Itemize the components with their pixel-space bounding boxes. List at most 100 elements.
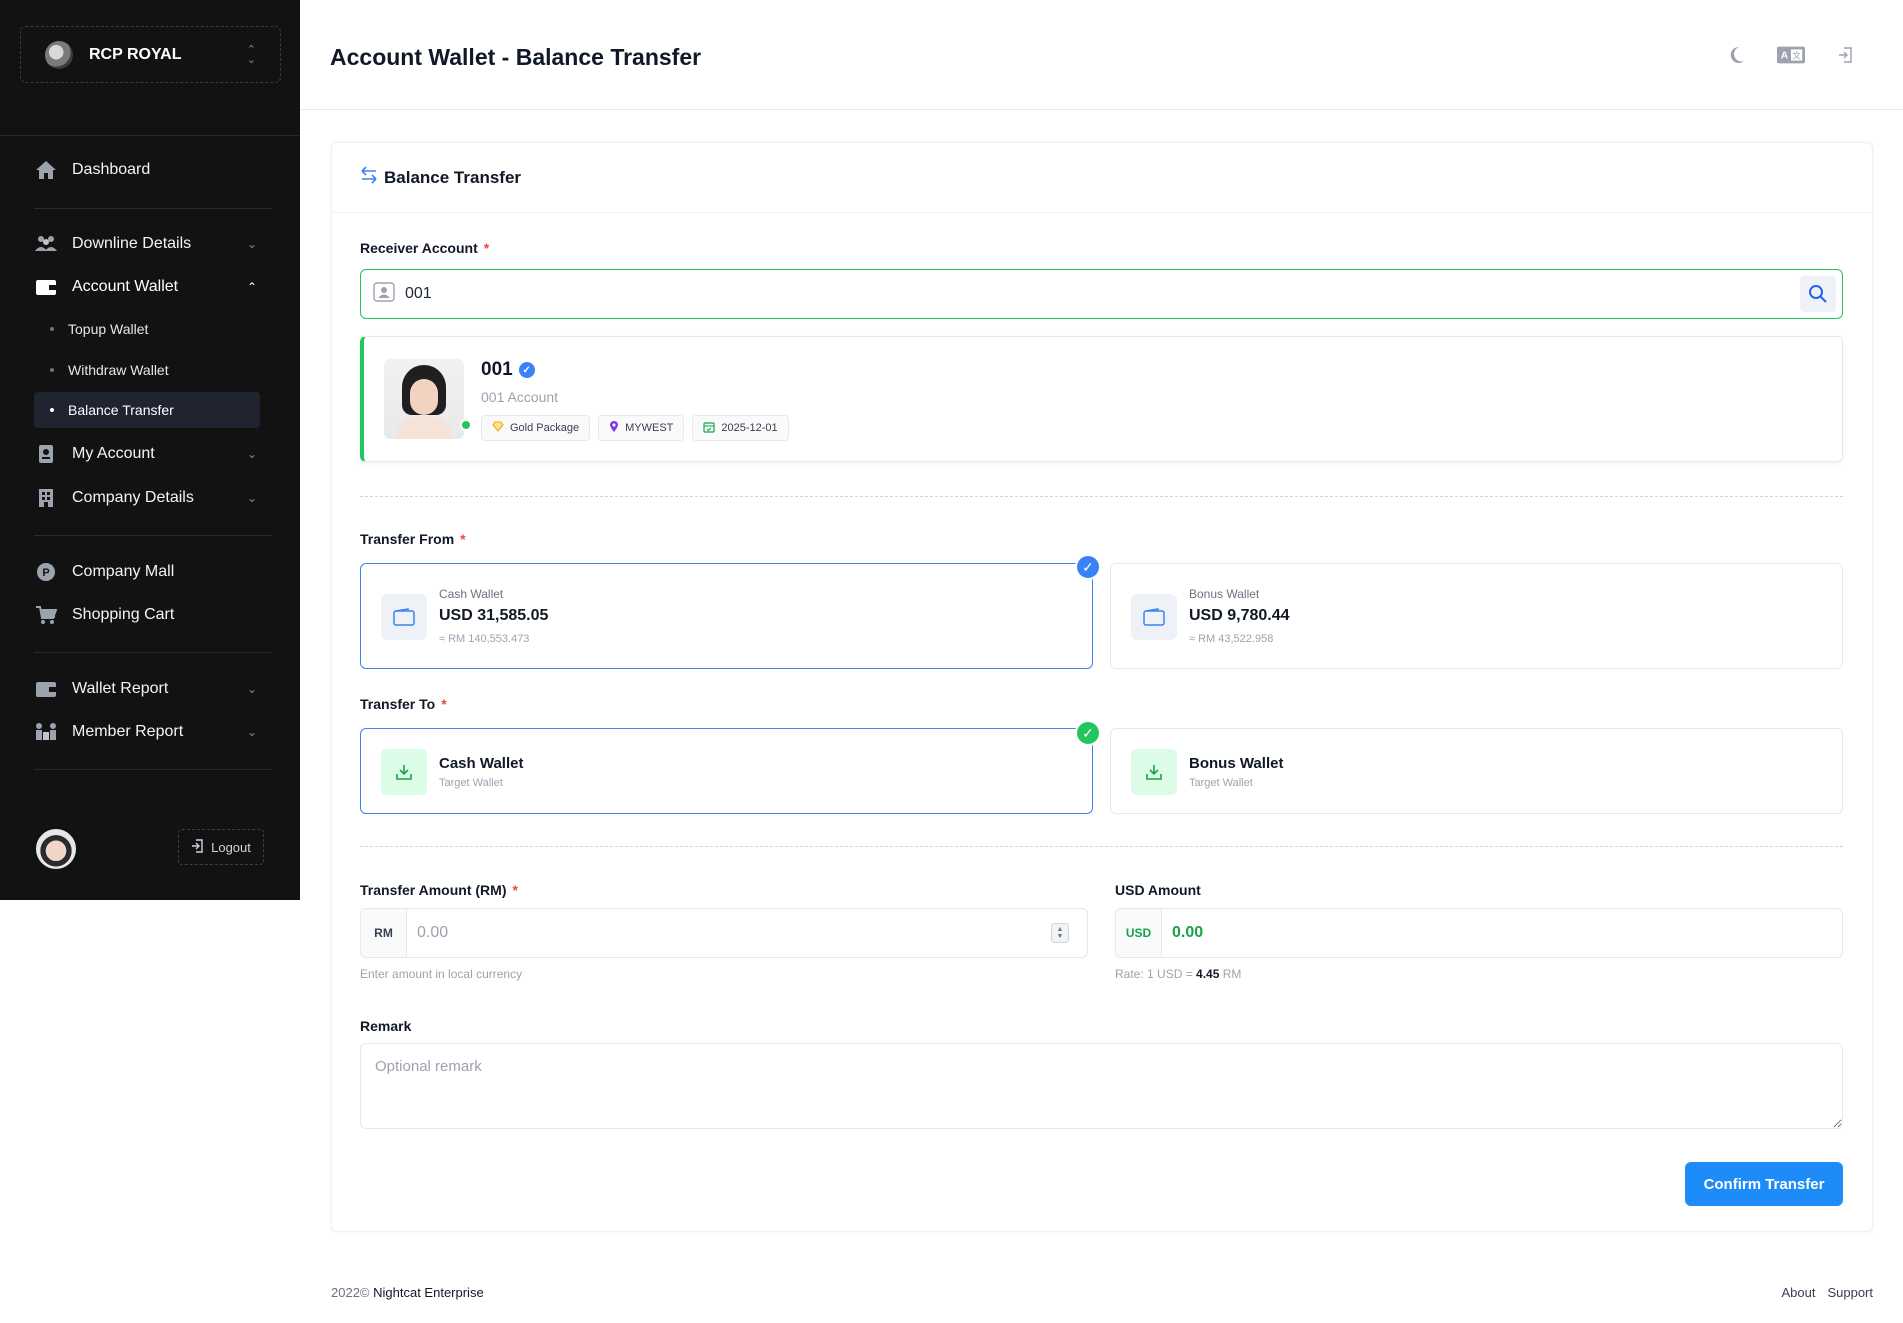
sidebar-item-label: Downline Details xyxy=(72,235,192,252)
sidebar-item-label: My Account xyxy=(72,445,155,462)
receiver-account-card: 001 ✓ 001 Account Gold Package MYWEST 20… xyxy=(360,336,1843,462)
page-title: Account Wallet - Balance Transfer xyxy=(330,44,702,70)
avatar xyxy=(384,359,464,439)
chevron-down-icon: ⌄ xyxy=(246,682,258,696)
online-status-dot xyxy=(460,419,472,431)
footer-link-about[interactable]: About xyxy=(1781,1285,1815,1300)
section-divider xyxy=(360,496,1843,497)
chevron-down-icon: ⌄ xyxy=(246,725,258,739)
account-tags: Gold Package MYWEST 2025-12-01 xyxy=(481,415,789,441)
brand-name: RCP ROYAL xyxy=(89,45,182,63)
sidebar-item-label: Company Details xyxy=(72,489,194,506)
usd-amount-field: USD 0.00 xyxy=(1115,908,1843,958)
footer-company: Nightcat Enterprise xyxy=(373,1285,484,1300)
sidebar-subitem-topup-wallet[interactable]: Topup Wallet xyxy=(34,311,260,347)
location-pin-icon xyxy=(609,420,619,436)
sidebar-subitem-label: Balance Transfer xyxy=(68,402,174,418)
download-icon xyxy=(381,749,427,795)
wallet-balance: USD 31,585.05 xyxy=(439,607,549,624)
wallet-report-icon xyxy=(34,678,58,700)
sidebar-item-shopping-cart[interactable]: Shopping Cart xyxy=(34,599,260,631)
amount-hint: Enter amount in local currency xyxy=(360,967,523,981)
sidebar-item-company-details[interactable]: Company Details ⌄ xyxy=(34,482,260,514)
rate-value: 4.45 xyxy=(1196,967,1220,981)
package-tag: Gold Package xyxy=(481,415,591,441)
exchange-rate: Rate: 1 USD = 4.45 RM xyxy=(1115,967,1241,981)
from-bonus-wallet-option[interactable]: Bonus Wallet USD 9,780.44 ≈ RM 43,522.95… xyxy=(1110,563,1843,669)
download-icon xyxy=(1131,749,1177,795)
transfer-from-label: Transfer From * xyxy=(360,531,466,547)
to-bonus-wallet-option[interactable]: Bonus Wallet Target Wallet xyxy=(1110,728,1843,814)
sidebar-divider xyxy=(34,535,272,536)
receiver-account-input[interactable] xyxy=(397,285,1800,303)
confirm-transfer-button[interactable]: Confirm Transfer xyxy=(1685,1162,1843,1206)
sidebar-divider xyxy=(34,652,272,653)
chevron-down-icon: ⌄ xyxy=(246,491,258,505)
sidebar-item-wallet-report[interactable]: Wallet Report ⌄ xyxy=(34,673,260,705)
usd-amount-value: 0.00 xyxy=(1172,924,1204,941)
signout-icon xyxy=(191,838,203,856)
required-marker: * xyxy=(441,696,447,712)
from-cash-wallet-option[interactable]: Cash Wallet USD 31,585.05 ≈ RM 140,553.4… xyxy=(360,563,1093,669)
translate-icon[interactable]: A文 xyxy=(1777,44,1805,66)
signout-icon[interactable] xyxy=(1831,44,1859,66)
id-badge-icon xyxy=(34,443,58,465)
chevron-up-down-icon: ⌃ ⌄ xyxy=(246,43,256,66)
sidebar: RCP ROYAL ⌃ ⌄ Dashboard Downline Details … xyxy=(0,0,300,900)
receiver-account-label: Receiver Account * xyxy=(360,240,489,256)
sidebar-item-downline-details[interactable]: Downline Details ⌄ xyxy=(34,228,260,260)
sidebar-item-label: Wallet Report xyxy=(72,680,169,697)
wallet-icon xyxy=(381,594,427,640)
wallet-subtitle: Target Wallet xyxy=(1189,777,1253,789)
section-divider xyxy=(360,846,1843,847)
sidebar-item-dashboard[interactable]: Dashboard xyxy=(34,154,260,186)
account-id-text: 001 xyxy=(481,359,513,380)
sidebar-item-label: Dashboard xyxy=(72,161,151,178)
sidebar-subitem-balance-transfer[interactable]: Balance Transfer xyxy=(34,392,260,428)
wallet-balance: USD 9,780.44 xyxy=(1189,607,1290,624)
search-icon[interactable] xyxy=(1800,276,1836,312)
header-actions: A文 xyxy=(1723,44,1859,66)
sidebar-item-company-mall[interactable]: P Company Mall xyxy=(34,556,260,588)
currency-prefix: USD xyxy=(1116,909,1162,957)
date-tag-label: 2025-12-01 xyxy=(721,422,778,434)
bullet xyxy=(50,368,54,372)
wallet-name: Cash Wallet xyxy=(439,587,504,601)
sidebar-divider xyxy=(34,208,272,209)
selected-check-icon: ✓ xyxy=(1075,554,1101,580)
bullet xyxy=(50,327,54,331)
member-report-icon xyxy=(34,721,58,743)
required-marker: * xyxy=(460,531,466,547)
transfer-amount-input[interactable] xyxy=(407,924,1051,942)
account-name: 001 Account xyxy=(481,389,559,405)
sidebar-subitem-withdraw-wallet[interactable]: Withdraw Wallet xyxy=(34,352,260,388)
wallet-name: Bonus Wallet xyxy=(1189,755,1284,772)
wallet-local-balance: ≈ RM 140,553.473 xyxy=(439,633,530,645)
brand-switcher[interactable]: RCP ROYAL ⌃ ⌄ xyxy=(20,26,281,83)
sidebar-item-my-account[interactable]: My Account ⌄ xyxy=(34,438,260,470)
sidebar-subitem-label: Topup Wallet xyxy=(68,321,149,337)
users-icon xyxy=(34,233,58,255)
receiver-label-text: Receiver Account xyxy=(360,240,478,256)
rate-prefix: Rate: 1 USD = xyxy=(1115,967,1193,981)
mall-icon: P xyxy=(34,561,58,583)
sidebar-item-label: Member Report xyxy=(72,723,184,740)
sidebar-item-member-report[interactable]: Member Report ⌄ xyxy=(34,716,260,748)
footer-link-support[interactable]: Support xyxy=(1827,1285,1873,1300)
sidebar-item-label: Company Mall xyxy=(72,563,175,580)
moon-icon[interactable] xyxy=(1723,44,1751,66)
avatar[interactable] xyxy=(36,829,76,869)
required-marker: * xyxy=(512,882,518,898)
required-marker: * xyxy=(483,240,490,256)
currency-prefix: RM xyxy=(361,909,407,957)
top-header: Account Wallet - Balance Transfer A文 xyxy=(300,0,1903,110)
number-stepper[interactable]: ▲ ▼ xyxy=(1051,923,1069,943)
home-icon xyxy=(34,159,58,181)
to-cash-wallet-option[interactable]: Cash Wallet Target Wallet xyxy=(360,728,1093,814)
wallet-name: Cash Wallet xyxy=(439,755,524,772)
sidebar-item-account-wallet[interactable]: Account Wallet ⌃ xyxy=(34,271,260,303)
footer-year: 2022© xyxy=(331,1285,370,1300)
transfer-to-label: Transfer To * xyxy=(360,696,447,712)
logout-button[interactable]: Logout xyxy=(178,829,264,865)
remark-textarea[interactable] xyxy=(360,1043,1843,1129)
